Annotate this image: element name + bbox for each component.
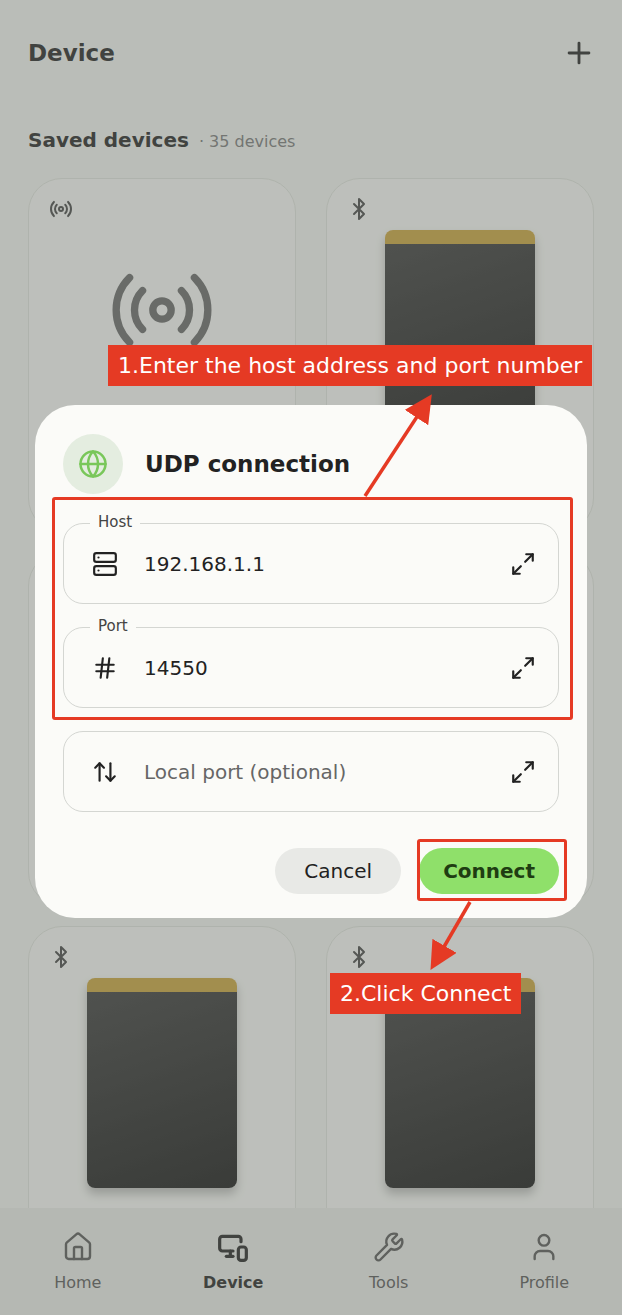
field-value[interactable]: 192.168.1.1 (144, 552, 484, 576)
dialog-buttons: Cancel Connect (63, 848, 559, 894)
expand-icon[interactable] (510, 655, 536, 681)
annotation-label: 2.Click Connect (330, 973, 521, 1014)
expand-icon[interactable] (510, 759, 536, 785)
local-icon (92, 759, 118, 785)
dialog-header: UDP connection (63, 434, 559, 494)
highlight-box (417, 839, 567, 901)
highlight-box (52, 497, 573, 720)
field-label: Port (90, 617, 136, 635)
host-icon (92, 551, 118, 577)
field-value[interactable]: Local port (optional) (144, 760, 484, 784)
port-icon (92, 655, 118, 681)
text-field[interactable]: Local port (optional) (63, 731, 559, 812)
device-screen: DeviceSaved devices· 35 devicesHomeDevic… (0, 0, 622, 1315)
dialog-title: UDP connection (145, 451, 350, 477)
text-field[interactable]: Host192.168.1.1 (63, 523, 559, 604)
annotation-label: 1.Enter the host address and port number (108, 345, 592, 386)
udp-dialog: UDP connectionHost192.168.1.1Port14550Lo… (35, 405, 587, 918)
arrows-icon (0, 0, 622, 1315)
dialog-overlay: UDP connectionHost192.168.1.1Port14550Lo… (0, 0, 622, 1315)
field-value[interactable]: 14550 (144, 656, 484, 680)
expand-icon[interactable] (510, 551, 536, 577)
text-field[interactable]: Port14550 (63, 627, 559, 708)
field-label: Host (90, 513, 140, 531)
fields: Host192.168.1.1Port14550Local port (opti… (63, 523, 559, 812)
cancel-button[interactable]: Cancel (275, 848, 401, 894)
globe-icon (78, 449, 108, 479)
globe-badge (63, 434, 123, 494)
connect-button[interactable]: Connect (419, 848, 559, 894)
